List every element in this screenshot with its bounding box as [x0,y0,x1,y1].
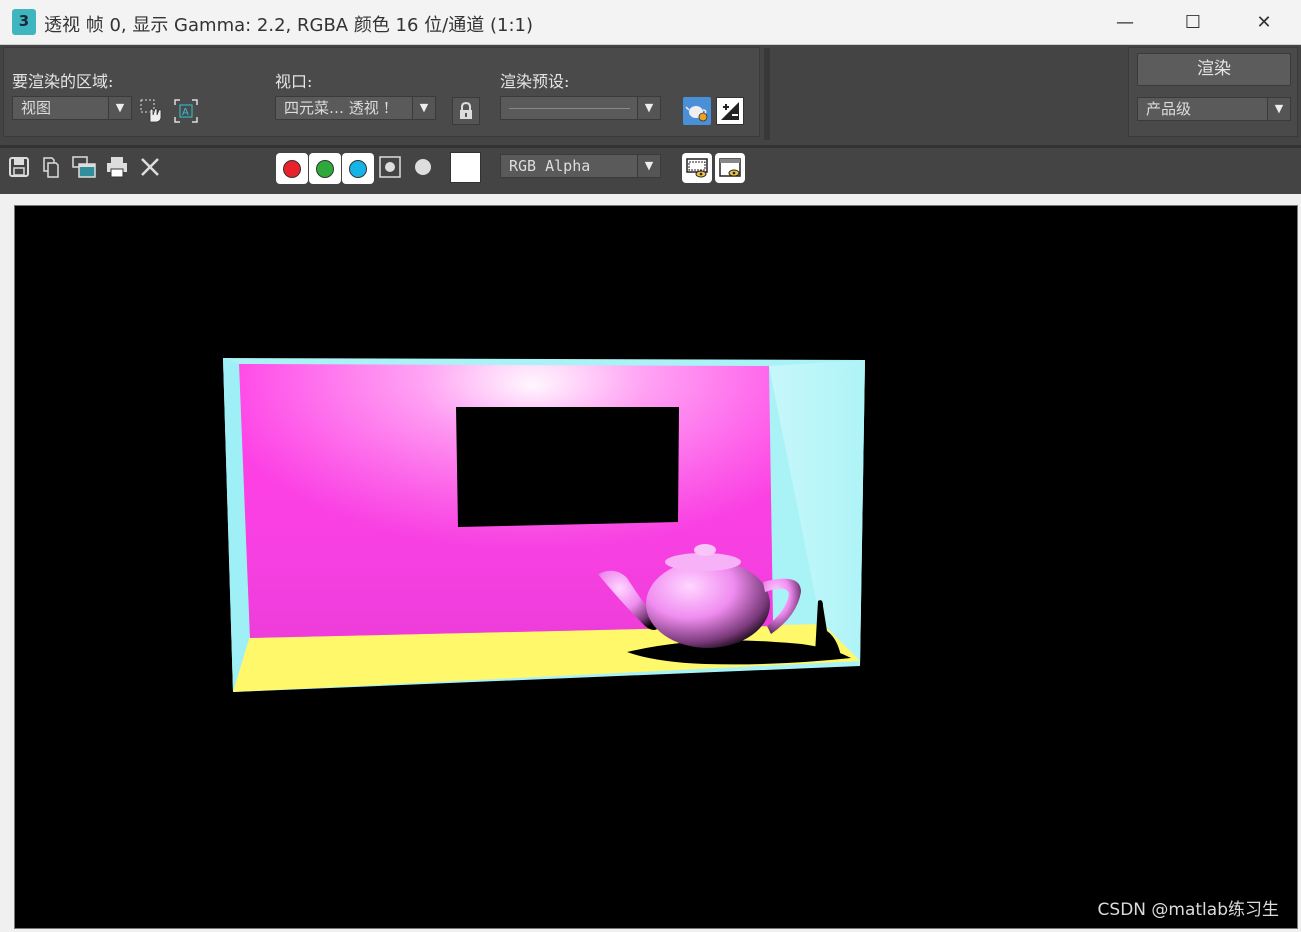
clear-icon[interactable] [137,153,163,181]
print-icon[interactable] [104,153,130,181]
red-dot-icon [283,159,301,178]
exposure-icon[interactable] [716,97,744,125]
auto-region-icon[interactable]: A [172,97,200,125]
area-to-render-label: 要渲染的区域: [12,72,114,91]
teapot-settings-icon[interactable] [683,97,711,125]
region-icon[interactable] [138,97,166,125]
preset-empty-line [509,108,630,109]
title-bar: 3 透视 帧 0, 显示 Gamma: 2.2, RGBA 颜色 16 位/通道… [0,0,1301,45]
minimize-button[interactable]: — [1102,0,1148,44]
viewport-value: 四元菜… 透视 ! [284,99,390,117]
render-preset-dropdown[interactable]: ▼ [500,96,661,120]
green-channel-toggle[interactable] [309,153,341,184]
chevron-down-icon: ▼ [108,97,131,119]
wall-opening [456,407,679,527]
lock-icon[interactable] [452,97,480,125]
channel-display-dropdown[interactable]: RGB Alpha ▼ [500,154,661,178]
monochrome-toggle[interactable] [410,153,436,181]
save-icon[interactable] [6,153,32,181]
toolbar-divider [764,48,770,140]
color-swatch[interactable] [450,152,481,183]
clone-window-icon[interactable] [71,153,97,181]
close-button[interactable]: ✕ [1241,0,1287,44]
teapot-knob [694,544,716,556]
watermark: CSDN @matlab练习生 [1097,900,1279,920]
area-to-render-dropdown[interactable]: 视图 ▼ [12,96,132,120]
blue-dot-icon [349,159,367,178]
render-quality-value: 产品级 [1146,100,1192,118]
teapot-body [646,560,770,648]
window-title: 透视 帧 0, 显示 Gamma: 2.2, RGBA 颜色 16 位/通道 (… [44,15,533,36]
display-settings-icon[interactable] [682,153,712,183]
green-dot-icon [316,159,334,178]
copy-icon[interactable] [38,153,64,181]
chevron-down-icon: ▼ [637,97,660,119]
red-channel-toggle[interactable] [276,153,308,184]
rendered-image[interactable]: CSDN @matlab练习生 [14,205,1298,929]
alpha-channel-toggle[interactable] [377,153,403,181]
render-button[interactable]: 渲染 [1137,53,1291,86]
viewport-dropdown[interactable]: 四元菜… 透视 ! ▼ [275,96,436,120]
area-to-render-value: 视图 [21,99,52,117]
frame-window-icon[interactable] [715,153,745,183]
viewport-label: 视口: [275,72,313,91]
maximize-button[interactable]: ☐ [1170,0,1216,44]
app-icon: 3 [12,9,36,35]
svg-text:A: A [182,107,189,118]
chevron-down-icon: ▼ [637,155,660,177]
chevron-down-icon: ▼ [1267,98,1290,120]
render-quality-dropdown[interactable]: 产品级 ▼ [1137,97,1291,121]
rendered-scene [223,358,865,692]
chevron-down-icon: ▼ [412,97,435,119]
render-options-panel [3,47,760,137]
render-preset-label: 渲染预设: [500,72,570,91]
blue-channel-toggle[interactable] [342,153,374,184]
channel-display-value: RGB Alpha [509,157,591,175]
